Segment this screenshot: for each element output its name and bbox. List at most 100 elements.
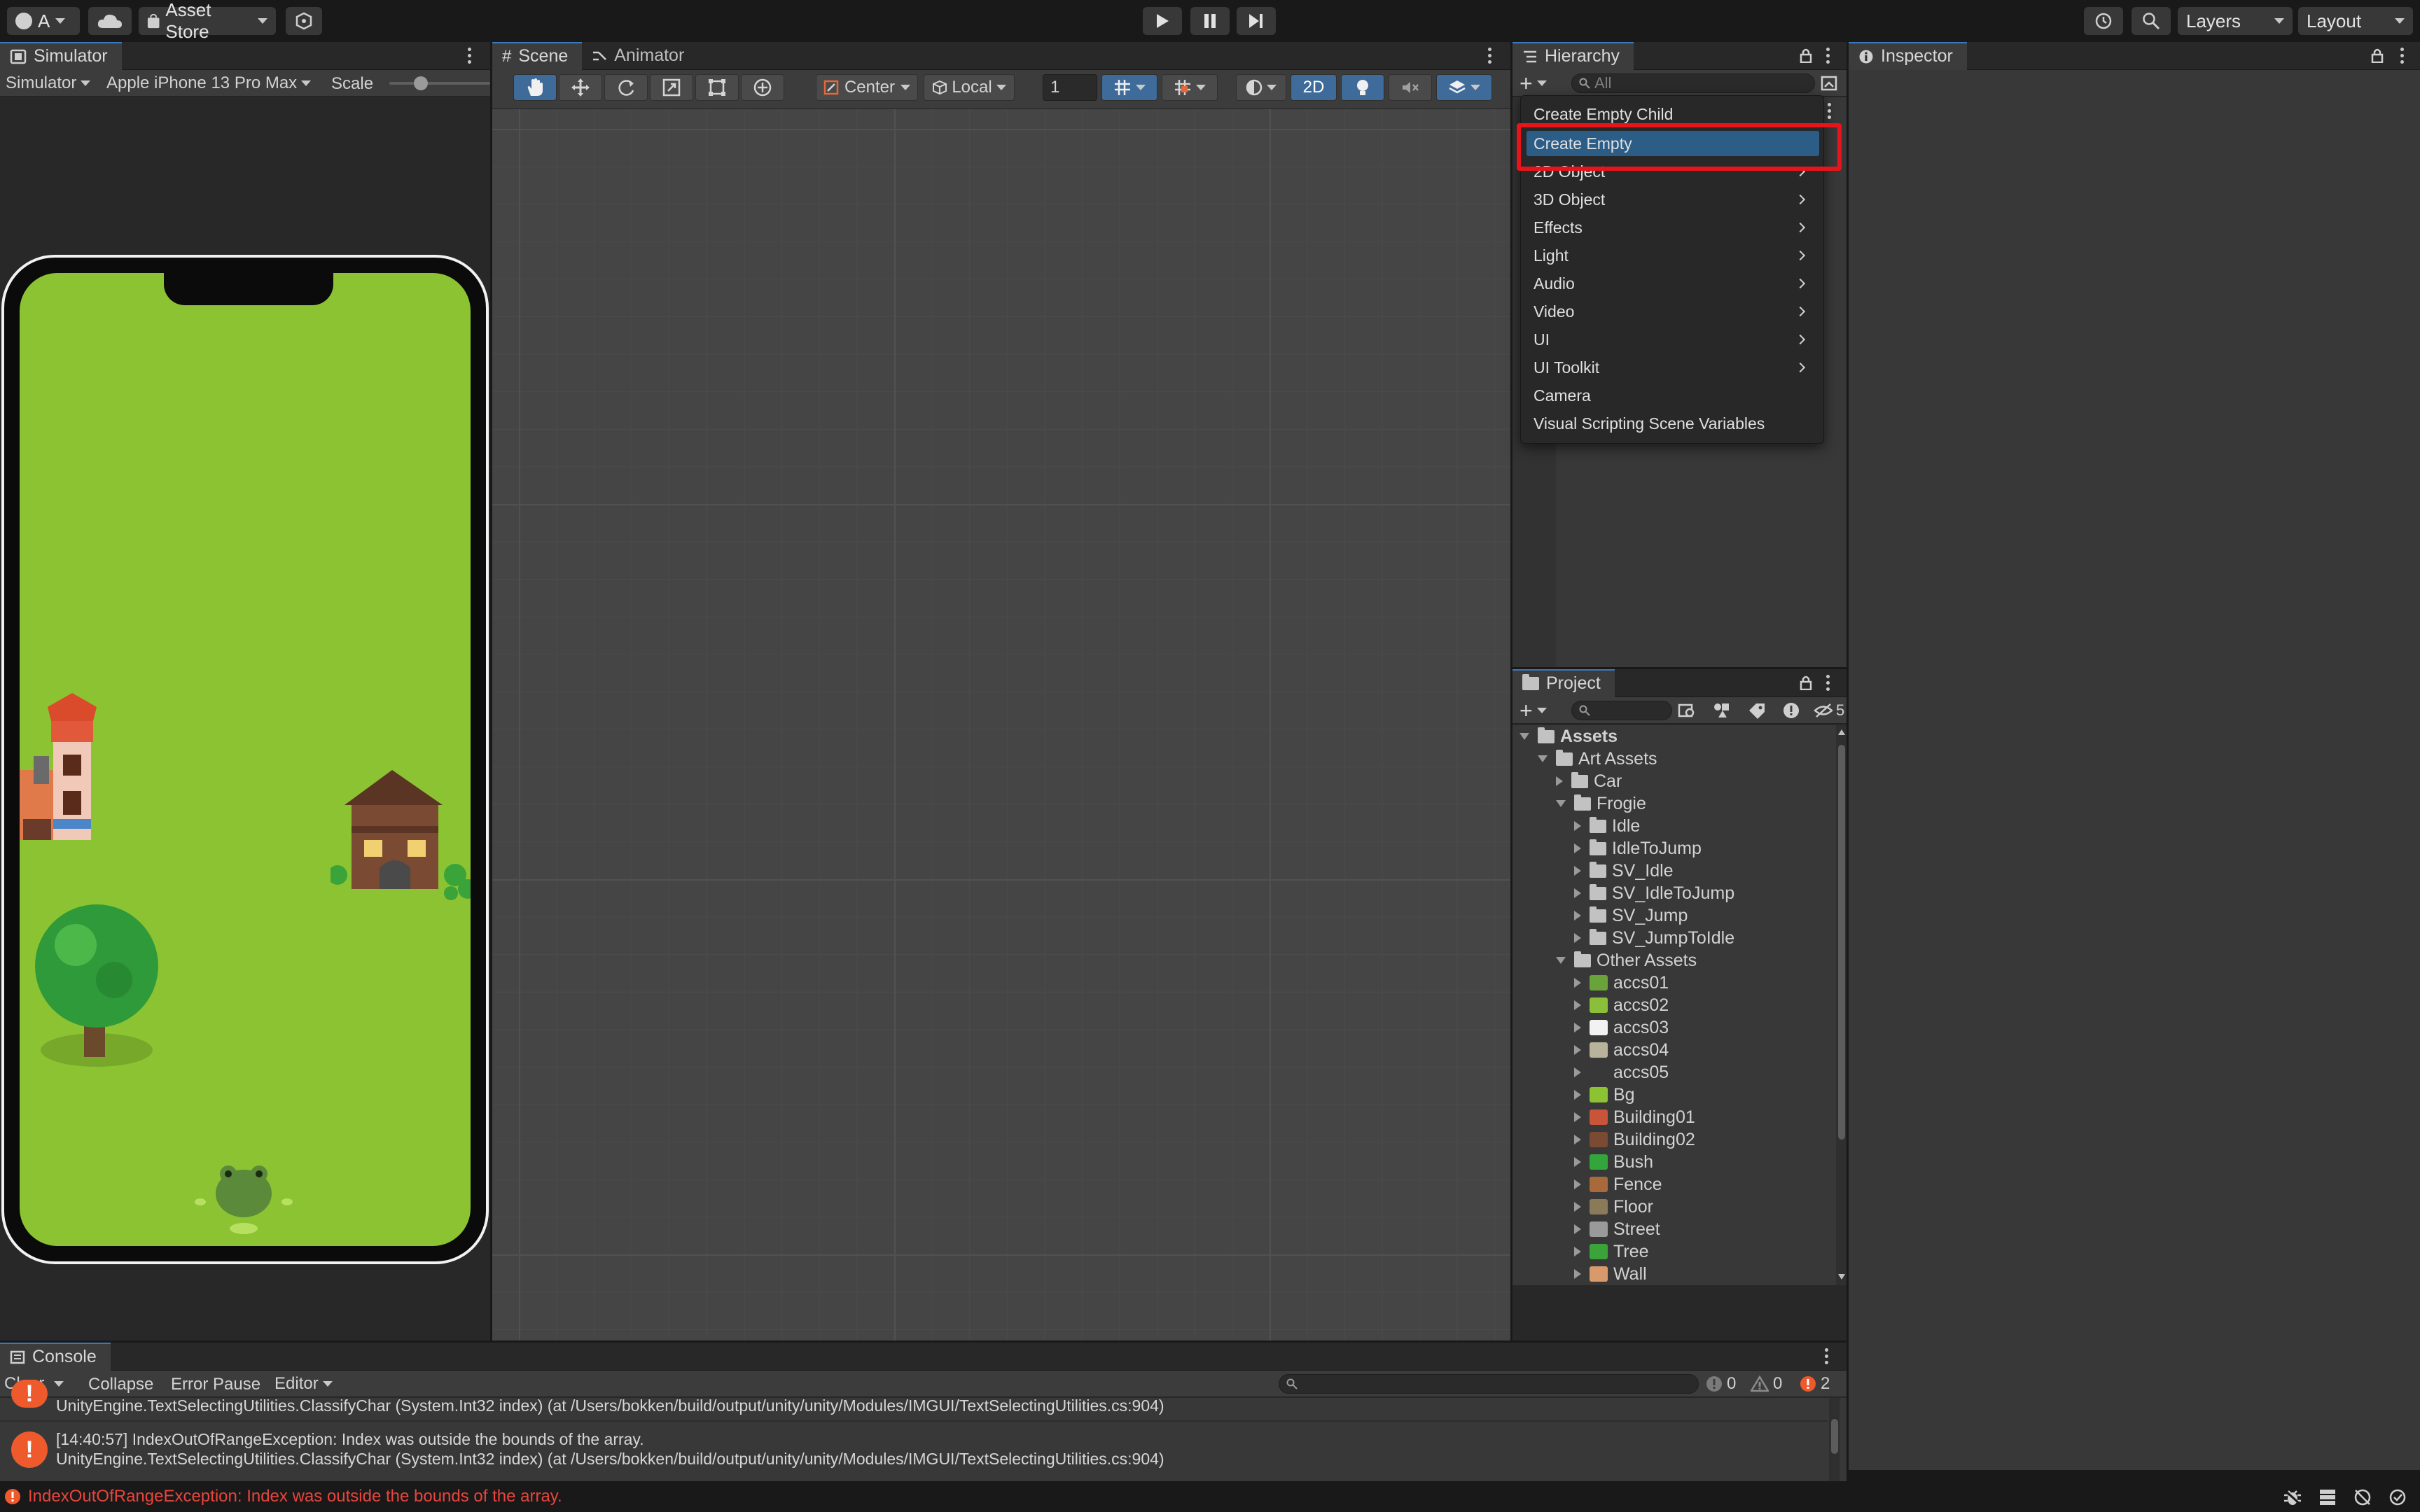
package-button[interactable] [286, 7, 322, 35]
expand-arrow-closed-icon[interactable] [1574, 888, 1581, 898]
scrollbar-thumb[interactable] [1831, 1419, 1838, 1454]
filter-by-issues-icon[interactable] [1783, 702, 1800, 719]
status-error-message[interactable]: IndexOutOfRangeException: Index was outs… [28, 1487, 562, 1506]
menu-item-ui-toolkit[interactable]: UI Toolkit [1534, 355, 1814, 380]
expand-arrow-closed-icon[interactable] [1574, 1023, 1581, 1032]
project-asset-item[interactable]: accs01 [1574, 972, 1669, 994]
expand-arrow-closed-icon[interactable] [1574, 1247, 1581, 1256]
expand-arrow-closed-icon[interactable] [1574, 866, 1581, 876]
search-by-type-icon[interactable] [1678, 702, 1696, 719]
effects-toggle[interactable] [1436, 74, 1492, 101]
expand-arrow-closed-icon[interactable] [1574, 821, 1581, 831]
expand-arrow-closed-icon[interactable] [1574, 1090, 1581, 1100]
project-asset-item[interactable]: accs02 [1574, 994, 1669, 1016]
check-status-icon[interactable] [2388, 1488, 2407, 1506]
project-scrollbar[interactable] [1836, 725, 1847, 1285]
audio-toggle[interactable] [1389, 74, 1432, 101]
lock-icon[interactable] [2371, 48, 2384, 63]
move-tool-button[interactable] [559, 74, 602, 101]
expand-arrow-open-icon[interactable] [1520, 733, 1529, 740]
log-entry-stack[interactable]: UnityEngine.TextSelectingUtilities.Class… [56, 1450, 1164, 1469]
hand-tool-button[interactable] [513, 74, 557, 101]
pivot-mode-dropdown[interactable]: Center [816, 74, 918, 101]
panel-menu-icon[interactable] [468, 48, 472, 66]
menu-item-audio[interactable]: Audio [1534, 271, 1814, 296]
panel-menu-icon[interactable] [2400, 48, 2405, 66]
asset-store-dropdown[interactable]: Asset Store [139, 0, 276, 42]
lock-icon[interactable] [1800, 675, 1812, 690]
project-folder-item[interactable]: Art Assets [1538, 748, 1657, 770]
expand-arrow-closed-icon[interactable] [1574, 1224, 1581, 1234]
project-tree[interactable]: Assets Art Assets Car Frogie Idle IdleToJump S… [1512, 725, 1836, 1285]
draw-mode-dropdown[interactable] [1236, 74, 1286, 101]
project-folder-item[interactable]: Frogie [1556, 792, 1646, 815]
expand-arrow-closed-icon[interactable] [1574, 1269, 1581, 1279]
menu-item-ui[interactable]: UI [1534, 327, 1814, 352]
rotate-tool-button[interactable] [604, 74, 648, 101]
project-asset-item[interactable]: Building01 [1574, 1106, 1695, 1128]
cloud-button[interactable] [88, 7, 132, 35]
project-folder-item[interactable]: SV_Jump [1574, 904, 1688, 927]
server-layers-icon[interactable] [2318, 1488, 2337, 1506]
transform-tool-button[interactable] [741, 74, 784, 101]
expand-arrow-closed-icon[interactable] [1574, 1157, 1581, 1167]
hierarchy-search-field[interactable]: All [1571, 74, 1815, 93]
expand-arrow-closed-icon[interactable] [1574, 933, 1581, 943]
expand-arrow-closed-icon[interactable] [1574, 1045, 1581, 1055]
play-button[interactable] [1143, 7, 1182, 35]
project-folder-item[interactable]: SV_IdleToJump [1574, 882, 1734, 904]
expand-arrow-closed-icon[interactable] [1574, 1112, 1581, 1122]
create-menu-button[interactable]: + [1520, 72, 1547, 94]
expand-arrow-closed-icon[interactable] [1556, 776, 1563, 786]
search-button[interactable] [2132, 7, 2171, 35]
menu-item-effects[interactable]: Effects [1534, 215, 1814, 240]
project-folder-item[interactable]: Assets [1520, 725, 1618, 748]
menu-item-video[interactable]: Video [1534, 299, 1814, 324]
collapse-toggle[interactable]: Collapse [88, 1375, 153, 1394]
debug-bug-icon[interactable] [2283, 1488, 2302, 1506]
step-button[interactable] [1237, 7, 1276, 35]
project-folder-item[interactable]: SV_Idle [1574, 860, 1674, 882]
tab-animator[interactable]: Animator [582, 42, 698, 70]
expand-arrow-open-icon[interactable] [1538, 755, 1548, 762]
network-off-icon[interactable] [2353, 1488, 2372, 1506]
menu-item-light[interactable]: Light [1534, 243, 1814, 268]
menu-item-visual-scripting-scene-variables[interactable]: Visual Scripting Scene Variables [1534, 411, 1814, 436]
filter-by-type-icon[interactable] [1713, 702, 1732, 719]
console-search-field[interactable] [1279, 1374, 1699, 1394]
project-folder-item[interactable]: Idle [1574, 815, 1640, 837]
project-asset-item[interactable]: Fence [1574, 1173, 1662, 1196]
project-asset-item[interactable]: Tree [1574, 1240, 1648, 1263]
expand-arrow-open-icon[interactable] [1556, 800, 1566, 807]
scene-viewport[interactable] [492, 109, 1510, 1340]
layout-dropdown[interactable]: Layout [2298, 7, 2413, 35]
expand-arrow-closed-icon[interactable] [1574, 844, 1581, 853]
expand-arrow-closed-icon[interactable] [1574, 1068, 1581, 1077]
scene-visibility-icon[interactable] [1821, 76, 1837, 91]
menu-item-camera[interactable]: Camera [1534, 383, 1814, 408]
simulator-mode-dropdown[interactable]: Simulator [6, 74, 91, 92]
scale-slider-track[interactable] [389, 82, 490, 85]
scroll-up-arrow[interactable] [1838, 729, 1845, 735]
tab-scene[interactable]: # Scene [492, 41, 583, 70]
tab-console[interactable]: Console [0, 1342, 111, 1371]
tab-inspector[interactable]: Inspector [1849, 41, 1967, 70]
hidden-packages-toggle[interactable]: 5 [1814, 701, 1844, 720]
expand-arrow-closed-icon[interactable] [1574, 1135, 1581, 1144]
rect-tool-button[interactable] [695, 74, 739, 101]
error-count-toggle[interactable]: 2 [1800, 1374, 1830, 1393]
editor-dropdown[interactable]: Editor [274, 1374, 333, 1393]
tab-project[interactable]: Project [1512, 668, 1615, 697]
project-folder-item[interactable]: Other Assets [1556, 949, 1697, 972]
expand-arrow-closed-icon[interactable] [1574, 1180, 1581, 1189]
console-log-list[interactable]: ! UnityEngine.TextSelectingUtilities.Cla… [0, 1380, 1847, 1481]
project-asset-item[interactable]: Bg [1574, 1084, 1635, 1106]
undo-history-button[interactable] [2084, 7, 2123, 35]
panel-menu-icon[interactable] [1825, 1348, 1829, 1367]
project-asset-item[interactable]: accs03 [1574, 1016, 1669, 1039]
toggle-2d-button[interactable]: 2D [1291, 74, 1337, 101]
pause-button[interactable] [1190, 7, 1230, 35]
info-count-toggle[interactable]: 0 [1706, 1374, 1736, 1393]
error-pause-toggle[interactable]: Error Pause [171, 1375, 260, 1394]
log-stack-line[interactable]: UnityEngine.TextSelectingUtilities.Class… [56, 1396, 1164, 1415]
